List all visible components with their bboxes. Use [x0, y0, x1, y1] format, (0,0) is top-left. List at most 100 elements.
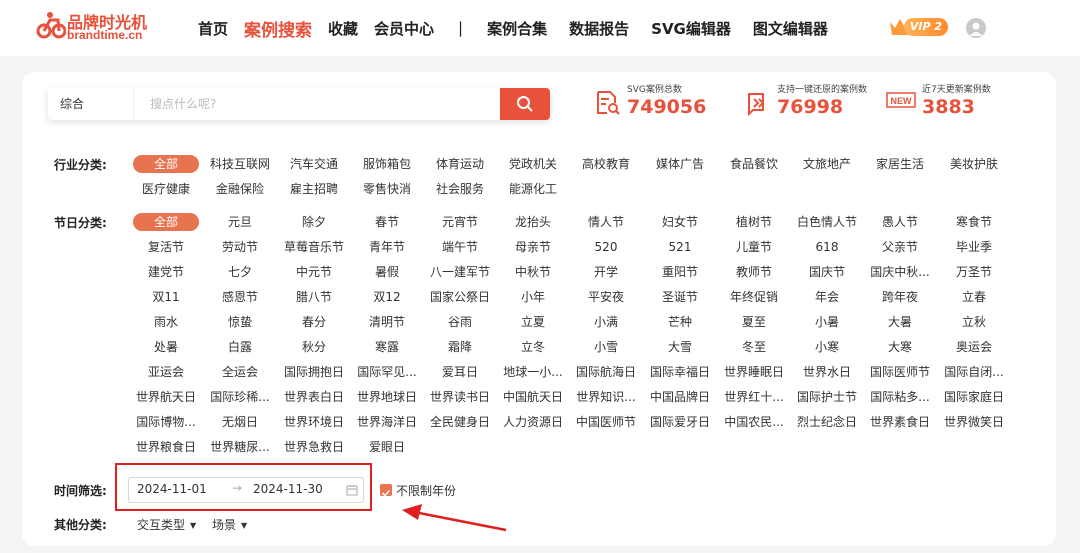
- tag-all[interactable]: 全部: [133, 155, 199, 173]
- filter-tag[interactable]: 跨年夜: [863, 288, 937, 306]
- filter-tag[interactable]: 芒种: [643, 313, 717, 331]
- filter-tag[interactable]: 立秋: [937, 313, 1011, 331]
- filter-tag[interactable]: 国庆节: [790, 263, 864, 281]
- filter-tag[interactable]: 国际罕见...: [350, 363, 424, 381]
- filter-tag[interactable]: 社会服务: [423, 180, 497, 198]
- search-type-select[interactable]: 综合: [48, 88, 134, 120]
- filter-tag[interactable]: 立夏: [496, 313, 570, 331]
- filter-tag[interactable]: 世界糖尿...: [203, 438, 277, 456]
- filter-tag[interactable]: 中国医师节: [569, 413, 643, 431]
- filter-tag[interactable]: 人力资源日: [496, 413, 570, 431]
- filter-tag[interactable]: 媒体广告: [643, 155, 717, 173]
- filter-tag[interactable]: 零售快消: [350, 180, 424, 198]
- filter-tag[interactable]: 清明节: [350, 313, 424, 331]
- filter-tag[interactable]: 科技互联网: [203, 155, 277, 173]
- filter-tag[interactable]: 奥运会: [937, 338, 1011, 356]
- filter-tag[interactable]: 家居生活: [863, 155, 937, 173]
- vip-badge[interactable]: VIP 2: [888, 16, 958, 38]
- filter-tag[interactable]: 夏至: [717, 313, 791, 331]
- filter-tag[interactable]: 世界知识...: [569, 388, 643, 406]
- filter-tag[interactable]: 妇女节: [643, 213, 717, 231]
- search-input[interactable]: [134, 88, 500, 120]
- filter-tag[interactable]: 七夕: [203, 263, 277, 281]
- filter-tag[interactable]: 世界睡眠日: [717, 363, 791, 381]
- filter-tag[interactable]: 服饰箱包: [350, 155, 424, 173]
- filter-tag[interactable]: 儿童节: [717, 238, 791, 256]
- filter-tag[interactable]: 建党节: [129, 263, 203, 281]
- filter-tag[interactable]: 爱耳日: [423, 363, 497, 381]
- avatar[interactable]: [966, 18, 986, 38]
- filter-tag[interactable]: 世界表白日: [277, 388, 351, 406]
- filter-tag[interactable]: 世界粮食日: [129, 438, 203, 456]
- tag-all[interactable]: 全部: [133, 213, 199, 231]
- filter-tag[interactable]: 谷雨: [423, 313, 497, 331]
- nav-favorites[interactable]: 收藏: [328, 18, 358, 39]
- filter-tag[interactable]: 世界急救日: [277, 438, 351, 456]
- filter-tag[interactable]: 寒食节: [937, 213, 1011, 231]
- filter-tag[interactable]: 世界地球日: [350, 388, 424, 406]
- filter-tag[interactable]: 处暑: [129, 338, 203, 356]
- filter-tag[interactable]: 开学: [569, 263, 643, 281]
- filter-tag[interactable]: 520: [569, 238, 643, 256]
- filter-tag[interactable]: 全运会: [203, 363, 277, 381]
- filter-tag[interactable]: 亚运会: [129, 363, 203, 381]
- filter-tag[interactable]: 母亲节: [496, 238, 570, 256]
- filter-tag[interactable]: 劳动节: [203, 238, 277, 256]
- nav-svg-editor[interactable]: SVG编辑器: [651, 18, 731, 39]
- filter-tag[interactable]: 毕业季: [937, 238, 1011, 256]
- filter-tag[interactable]: 中国航天日: [496, 388, 570, 406]
- filter-tag[interactable]: 中秋节: [496, 263, 570, 281]
- filter-tag[interactable]: 美妆护肤: [937, 155, 1011, 173]
- filter-tag[interactable]: 愚人节: [863, 213, 937, 231]
- filter-tag[interactable]: 双11: [129, 288, 203, 306]
- filter-tag[interactable]: 春分: [277, 313, 351, 331]
- filter-tag[interactable]: 暑假: [350, 263, 424, 281]
- filter-tag[interactable]: 国际粘多...: [863, 388, 937, 406]
- filter-tag[interactable]: 国庆中秋...: [863, 263, 937, 281]
- filter-tag[interactable]: 能源化工: [496, 180, 570, 198]
- filter-tag[interactable]: 雇主招聘: [277, 180, 351, 198]
- filter-tag[interactable]: 618: [790, 238, 864, 256]
- filter-tag[interactable]: 雨水: [129, 313, 203, 331]
- filter-tag[interactable]: 地球一小...: [496, 363, 570, 381]
- filter-tag[interactable]: 全民健身日: [423, 413, 497, 431]
- filter-tag[interactable]: 情人节: [569, 213, 643, 231]
- filter-tag[interactable]: 霜降: [423, 338, 497, 356]
- filter-tag[interactable]: 万圣节: [937, 263, 1011, 281]
- filter-tag[interactable]: 世界读书日: [423, 388, 497, 406]
- filter-tag[interactable]: 复活节: [129, 238, 203, 256]
- filter-tag[interactable]: 寒露: [350, 338, 424, 356]
- nav-case-collections[interactable]: 案例合集: [487, 18, 547, 39]
- filter-tag[interactable]: 大雪: [643, 338, 717, 356]
- unlimited-year-checkbox[interactable]: [380, 484, 392, 497]
- filter-tag[interactable]: 中元节: [277, 263, 351, 281]
- filter-tag[interactable]: 世界微笑日: [937, 413, 1011, 431]
- filter-tag[interactable]: 高校教育: [569, 155, 643, 173]
- filter-tag[interactable]: 世界航天日: [129, 388, 203, 406]
- filter-tag[interactable]: 金融保险: [203, 180, 277, 198]
- filter-tag[interactable]: 龙抬头: [496, 213, 570, 231]
- filter-tag[interactable]: 无烟日: [203, 413, 277, 431]
- filter-tag[interactable]: 党政机关: [496, 155, 570, 173]
- filter-tag[interactable]: 国际护士节: [790, 388, 864, 406]
- filter-tag[interactable]: 年终促销: [717, 288, 791, 306]
- nav-member-center[interactable]: 会员中心: [374, 18, 434, 39]
- filter-tag[interactable]: 中国农民...: [717, 413, 791, 431]
- interaction-type-dropdown[interactable]: 交互类型 ▼: [137, 516, 196, 533]
- filter-tag[interactable]: 国际博物...: [129, 413, 203, 431]
- filter-tag[interactable]: 国际拥抱日: [277, 363, 351, 381]
- filter-tag[interactable]: 腊八节: [277, 288, 351, 306]
- brand-logo[interactable]: 品牌时光机 brandtime.cn: [36, 8, 156, 44]
- filter-tag[interactable]: 国际自闭...: [937, 363, 1011, 381]
- filter-tag[interactable]: 世界环境日: [277, 413, 351, 431]
- nav-case-search[interactable]: 案例搜索: [244, 16, 312, 41]
- filter-tag[interactable]: 元旦: [203, 213, 277, 231]
- filter-tag[interactable]: 世界海洋日: [350, 413, 424, 431]
- filter-tag[interactable]: 爱眼日: [350, 438, 424, 456]
- filter-tag[interactable]: 国家公祭日: [423, 288, 497, 306]
- filter-tag[interactable]: 教师节: [717, 263, 791, 281]
- filter-tag[interactable]: 国际航海日: [569, 363, 643, 381]
- filter-tag[interactable]: 文旅地产: [790, 155, 864, 173]
- filter-tag[interactable]: 植树节: [717, 213, 791, 231]
- filter-tag[interactable]: 世界红十...: [717, 388, 791, 406]
